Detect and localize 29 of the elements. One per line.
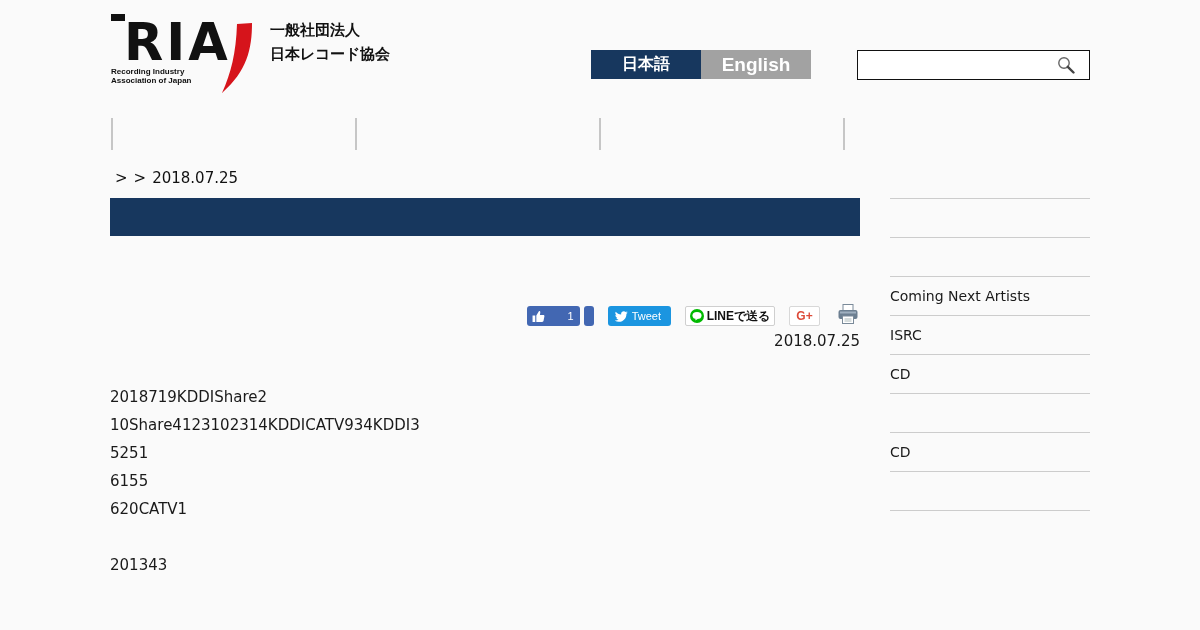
article-text: 5251 (110, 444, 149, 462)
logo-caption: Recording Industry Association of Japan (111, 67, 193, 85)
organization-name: 一般社団法人 日本レコード協会 (270, 20, 391, 65)
language-button[interactable]: 日本語 (591, 50, 701, 79)
sidebar-link[interactable]: ISRC (890, 327, 922, 343)
square-icon (111, 14, 125, 21)
printer-icon[interactable] (838, 304, 858, 324)
sidebar-link[interactable]: Coming Next Artists (890, 288, 1030, 304)
article-text: 2018719KDDIShare2 (110, 388, 267, 406)
sidebar-link[interactable]: CD (890, 366, 911, 382)
breadcrumb-separator: > (133, 168, 147, 188)
breadcrumb-current: 2018.07.25 (152, 168, 239, 188)
like-button[interactable]: 1 (526, 306, 580, 326)
search-field[interactable] (857, 50, 1090, 80)
line-share-button[interactable]: LINEで送る (684, 306, 775, 326)
sidebar-link[interactable]: CD (890, 444, 911, 460)
article-text: 6155 (110, 472, 149, 490)
article-text: 10Share4123102314KDDICATV934KDDI3 (110, 416, 420, 434)
bird-icon (614, 310, 628, 322)
article-text: 201343 (110, 556, 168, 574)
thumbs-up-icon (531, 309, 545, 323)
breadcrumb-separator: > (115, 168, 128, 188)
share-button[interactable] (583, 306, 594, 326)
logo-wordmark: RIA (124, 24, 231, 61)
article-text: 620CATV1 (110, 500, 188, 518)
search-icon[interactable] (1057, 56, 1075, 74)
speech-bubble-icon (689, 309, 704, 323)
google-plus-button[interactable]: G+ (789, 306, 820, 326)
post-date: 2018.07.25 (774, 332, 860, 350)
